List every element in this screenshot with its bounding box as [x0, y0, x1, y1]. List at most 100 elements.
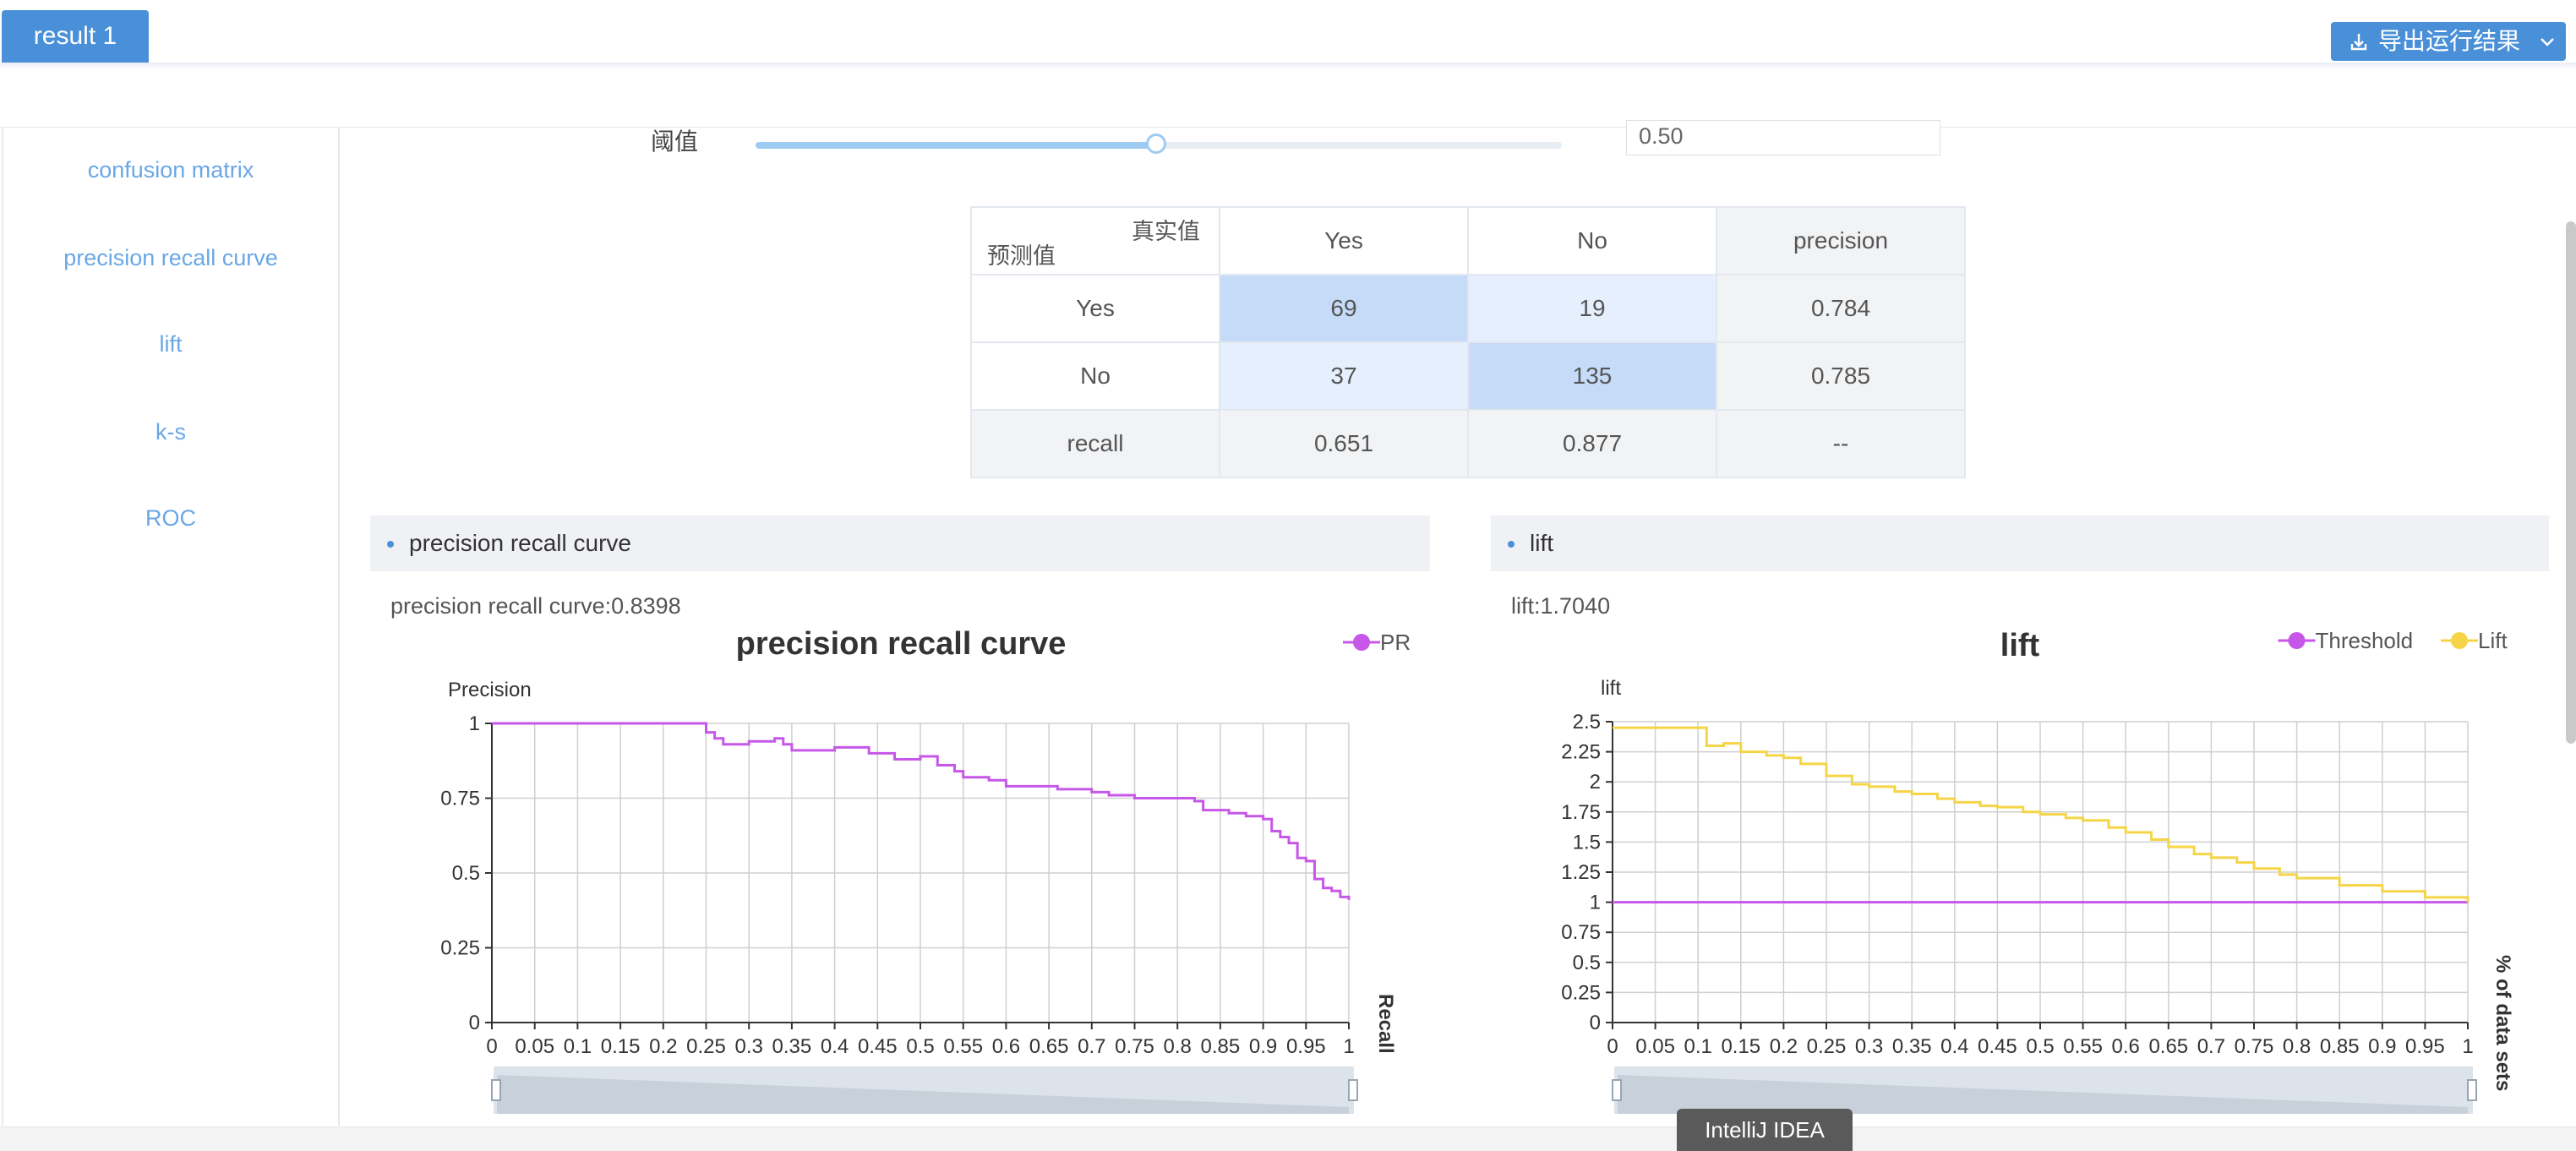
matrix-col-header: precision [1716, 206, 1966, 275]
zoom-handle-right [1348, 1079, 1358, 1101]
y-tick-label: 0.75 [440, 788, 480, 810]
y-tick-label: 0.25 [1561, 981, 1601, 1004]
legend-marker [2288, 632, 2306, 649]
matrix-cell: 0.651 [1219, 409, 1469, 478]
export-results-button[interactable]: 导出运行结果 [2331, 22, 2566, 61]
pr-metric: precision recall curve:0.8398 [390, 593, 681, 619]
y-tick-label: 1 [1590, 892, 1601, 914]
y-tick-label: 0 [1590, 1012, 1601, 1034]
x-tick-label: 0.25 [1807, 1035, 1847, 1058]
x-tick-label: 0.55 [2063, 1035, 2103, 1058]
legend-label: Threshold [2316, 628, 2414, 653]
x-tick-label: 0.85 [1201, 1035, 1241, 1058]
y-tick-label: 0.5 [452, 862, 480, 885]
x-tick-label: 0.35 [772, 1035, 812, 1058]
threshold-input[interactable]: 0.50 [1626, 120, 1940, 155]
x-tick-label: 0.6 [2112, 1035, 2140, 1058]
tab-result-1[interactable]: result 1 [2, 10, 149, 63]
threshold-label: 阈值 [651, 128, 699, 155]
tab-bar-shadow [0, 63, 2576, 69]
pr-panel-title: precision recall curve [409, 530, 631, 556]
x-tick-label: 0.7 [1078, 1035, 1105, 1058]
lift-chart: lift Lift Threshold lift 0 0.05 0.1 0.15 0.2 0.25… [1561, 628, 2514, 1114]
y-tick-label: 2 [1590, 771, 1601, 794]
x-axis-label: % of data sets [2491, 955, 2514, 1091]
x-tick-label: 0.8 [1164, 1035, 1192, 1058]
y-tick-label: 1.5 [1573, 831, 1601, 854]
lift-panel-header: lift [1491, 515, 2549, 571]
sidebar-item-roc[interactable]: ROC [3, 505, 338, 532]
sidebar-item-k-s[interactable]: k-s [3, 419, 338, 445]
lift-metric: lift:1.7040 [1511, 593, 1611, 619]
pr-chart: precision recall curve PR Precision 0 0.05 0.… [440, 626, 1411, 1114]
matrix-cell: 19 [1467, 274, 1717, 343]
x-tick-label: 0.75 [1115, 1035, 1154, 1058]
zoom-handle-right [2467, 1079, 2477, 1101]
matrix-cell: 69 [1219, 274, 1469, 343]
x-tick-label: 0.45 [858, 1035, 898, 1058]
x-tick-label: 0.2 [1770, 1035, 1798, 1058]
x-tick-label: 0.9 [2368, 1035, 2396, 1058]
matrix-cell: 135 [1467, 341, 1717, 411]
x-tick-label: 0.45 [1978, 1035, 2017, 1058]
y-tick-label: 2.25 [1561, 741, 1601, 764]
chart-title: precision recall curve [736, 626, 1067, 662]
y-tick-label: 1.75 [1561, 801, 1601, 824]
x-tick-label: 0.65 [2148, 1035, 2188, 1058]
x-tick-label: 0.5 [2026, 1035, 2054, 1058]
bullet-dot-icon [1508, 541, 1514, 548]
sidebar-item-precision-recall-curve[interactable]: precision recall curve [3, 245, 338, 271]
threshold-slider-handle[interactable] [1146, 134, 1166, 154]
vertical-scrollbar[interactable] [2566, 221, 2576, 744]
matrix-cell: 0.785 [1716, 341, 1966, 411]
matrix-col-header: Yes [1219, 206, 1469, 275]
chevron-down-icon[interactable] [2539, 22, 2556, 73]
matrix-cell: -- [1716, 409, 1966, 478]
y-axis-label: lift [1601, 677, 1621, 700]
x-tick-label: 0 [1607, 1035, 1618, 1058]
matrix-row-header: Yes [970, 274, 1220, 343]
matrix-corner-cell: 真实值 预测值 [970, 206, 1220, 275]
threshold-slider-fill [756, 142, 1158, 149]
chart-title: lift [2000, 628, 2040, 663]
x-tick-label: 0.6 [992, 1035, 1020, 1058]
x-tick-label: 0.55 [943, 1035, 983, 1058]
matrix-row-header: No [970, 341, 1220, 411]
x-tick-label: 0.8 [2283, 1035, 2311, 1058]
y-tick-label: 0.75 [1561, 921, 1601, 944]
sidebar: confusion matrix precision recall curve … [2, 127, 340, 1126]
x-tick-label: 0.65 [1029, 1035, 1069, 1058]
x-tick-label: 0.05 [515, 1035, 554, 1058]
x-tick-label: 0.05 [1635, 1035, 1675, 1058]
x-tick-label: 0.15 [1721, 1035, 1760, 1058]
legend-marker [2451, 632, 2468, 649]
download-icon [2348, 22, 2370, 73]
y-tick-label: 2.5 [1573, 711, 1601, 734]
x-tick-label: 0.4 [1940, 1035, 1968, 1058]
x-tick-label: 0.1 [564, 1035, 592, 1058]
x-tick-label: 0.3 [735, 1035, 763, 1058]
matrix-cell: 37 [1219, 341, 1469, 411]
sidebar-item-confusion-matrix[interactable]: confusion matrix [3, 157, 338, 183]
legend-label: Lift [2478, 628, 2508, 653]
x-tick-label: 0.15 [601, 1035, 641, 1058]
x-tick-label: 0.75 [2235, 1035, 2274, 1058]
sidebar-item-lift[interactable]: lift [3, 331, 338, 357]
matrix-row-header: recall [970, 409, 1220, 478]
lift-panel-title: lift [1530, 530, 1553, 556]
x-tick-label: 0.35 [1892, 1035, 1932, 1058]
y-tick-label: 1 [469, 712, 480, 735]
x-tick-label: 0.5 [906, 1035, 934, 1058]
x-tick-label: 0.3 [1855, 1035, 1883, 1058]
ide-tag: IntelliJ IDEA [1677, 1109, 1853, 1151]
x-tick-label: 0.2 [649, 1035, 677, 1058]
pr-panel-header: precision recall curve [370, 515, 1430, 571]
x-tick-label: 1 [2462, 1035, 2473, 1058]
y-tick-label: 0 [469, 1012, 480, 1034]
matrix-col-header: No [1467, 206, 1717, 275]
matrix-cell: 0.784 [1716, 274, 1966, 343]
bullet-dot-icon [387, 541, 394, 548]
x-tick-label: 0.1 [1684, 1035, 1712, 1058]
x-tick-label: 0.9 [1249, 1035, 1277, 1058]
bottom-strip [0, 1127, 2576, 1151]
